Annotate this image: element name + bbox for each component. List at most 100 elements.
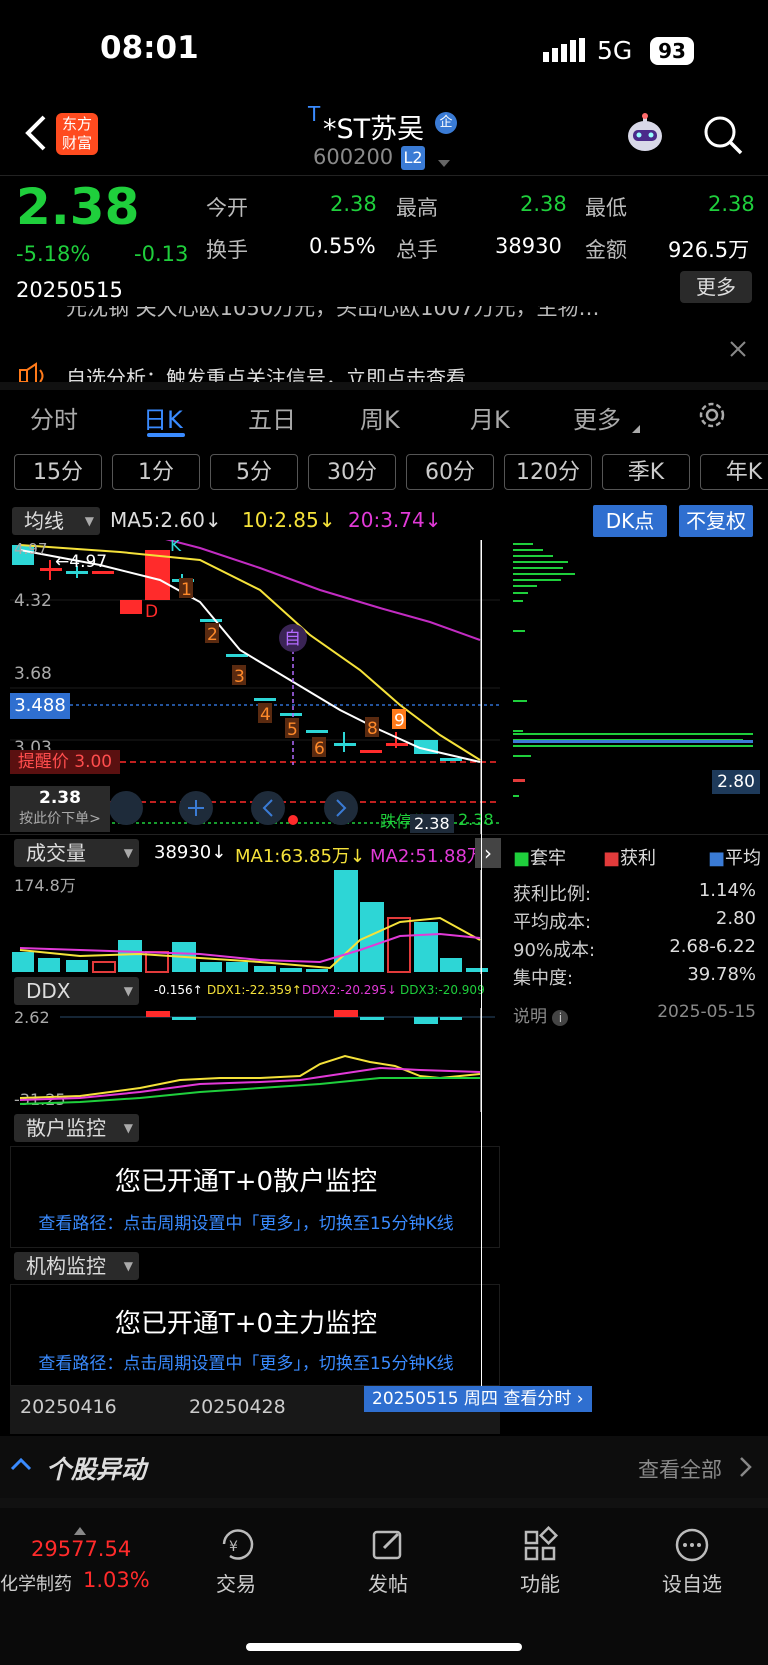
order-at-price-button[interactable]: 2.38 按此价下单> xyxy=(10,786,110,832)
divider xyxy=(0,175,768,176)
price-axis-top: 4.97 xyxy=(14,540,48,558)
legend-profit-label: 获利 xyxy=(620,848,657,869)
nav-add-watchlist[interactable]: 设自选 xyxy=(622,1526,762,1597)
open-label: 今开 xyxy=(206,196,248,220)
tab-weekly-k[interactable]: 周K xyxy=(360,400,400,435)
high-price-label: ←4.97 xyxy=(55,552,108,572)
trade-prefix: T xyxy=(308,102,321,126)
stat-value-90-cost: 2.68-6.22 xyxy=(669,936,756,957)
current-price-tag: 3.488 xyxy=(10,693,70,719)
ddx-selector[interactable]: DDX ▼ xyxy=(14,977,139,1005)
chevron-up-icon[interactable] xyxy=(10,1456,32,1475)
chip-note-link[interactable]: 说明 i xyxy=(513,1002,569,1027)
home-indicator[interactable] xyxy=(246,1643,522,1651)
news-ticker[interactable]: 元沈钢 关大心欧1050万元，头出心欧1007万元，生物… xyxy=(0,306,768,326)
ddx3-value: DDX3:-20.909↑ xyxy=(400,983,485,997)
volume-selector[interactable]: 成交量 ▼ xyxy=(14,839,139,867)
retail-monitor-selector[interactable]: 散户监控 ▼ xyxy=(14,1114,139,1142)
inst-monitor-title: 您已开通T+0主力监控 xyxy=(114,1309,378,1339)
kline-chart[interactable]: D K 1 2 3 4 5 6 8 9 自 xyxy=(0,540,768,835)
order-price: 2.38 xyxy=(39,788,81,808)
ma5-value: MA5:2.60↓ xyxy=(110,508,222,532)
low-label: 最低 xyxy=(585,196,627,220)
interval-120m[interactable]: 120分 xyxy=(504,454,592,490)
settings-icon[interactable] xyxy=(697,400,727,434)
marker-3: 3 xyxy=(234,667,245,687)
inst-monitor-panel: 您已开通T+0主力监控 查看路径：点击周期设置中「更多」，切换至15分钟K线 xyxy=(10,1284,500,1386)
alert-price-tag[interactable]: 提醒价 3.00 xyxy=(10,750,120,774)
amount-value: 926.5万 xyxy=(668,238,750,262)
change-percent: -5.18% xyxy=(16,242,91,266)
volume-ma2: MA2:51.88万 xyxy=(370,846,480,867)
interval-1m[interactable]: 1分 xyxy=(112,454,200,490)
inst-monitor-path: 查看路径：点击周期设置中「更多」，切换至15分钟K线 xyxy=(38,1354,454,1374)
signal-icon xyxy=(543,38,585,66)
chip-legend-average: ■平均 xyxy=(708,848,762,869)
high-label: 最高 xyxy=(396,196,438,220)
robot-assistant-icon[interactable] xyxy=(622,112,668,160)
more-dots-icon xyxy=(622,1526,762,1568)
tab-daily-k[interactable]: 日K xyxy=(143,400,183,435)
stat-label-avg-cost: 平均成本: xyxy=(513,912,592,933)
ddx-chart xyxy=(19,1008,495,1112)
ddx-value: -0.156↑ xyxy=(154,983,203,997)
info-icon: i xyxy=(552,1010,569,1026)
volume-ma1: MA1:63.85万↓ xyxy=(235,846,365,867)
change-amount: -0.13 xyxy=(134,242,189,266)
note-label: 说明 xyxy=(513,1007,547,1027)
status-bar: 08:01 5G 93 xyxy=(0,0,768,100)
interval-60m[interactable]: 60分 xyxy=(406,454,494,490)
nav-add-watchlist-label: 设自选 xyxy=(662,1572,722,1596)
volume-value: 38930 xyxy=(495,234,562,258)
nav-post[interactable]: 发帖 xyxy=(318,1526,458,1597)
volume-current: 38930↓ xyxy=(154,842,227,863)
chevron-right-icon[interactable] xyxy=(738,1456,752,1482)
nav-trade-label: 交易 xyxy=(216,1572,256,1596)
view-intraday-button[interactable]: 20250515 周四 查看分时 › xyxy=(364,1386,592,1412)
grid-icon xyxy=(470,1525,610,1568)
view-all-link[interactable]: 查看全部 xyxy=(638,1454,722,1484)
view-intraday-label: 20250515 周四 查看分时 xyxy=(372,1389,572,1409)
index-value[interactable]: 29577.54 xyxy=(31,1537,131,1561)
interval-15m[interactable]: 15分 xyxy=(14,454,102,490)
divider xyxy=(0,834,768,835)
stat-label-concentration: 集中度: xyxy=(513,968,574,989)
expand-arrow-icon[interactable]: › xyxy=(475,838,501,868)
nav-functions[interactable]: 功能 xyxy=(470,1525,610,1597)
chip-price-tag: 2.80 xyxy=(712,770,760,794)
chart-controls[interactable] xyxy=(109,791,358,825)
tab-fenshi[interactable]: 分时 xyxy=(30,400,78,435)
interval-30m[interactable]: 30分 xyxy=(308,454,396,490)
tab-five-day[interactable]: 五日 xyxy=(248,400,296,435)
ddx2-value: DDX2:-20.295↓ xyxy=(302,983,397,997)
legend-average-label: 平均 xyxy=(725,848,762,869)
alert-banner[interactable]: 自选分析：触发重点关注信号，立即点击查看 xyxy=(0,355,768,382)
divider xyxy=(0,382,768,390)
network-label: 5G xyxy=(597,36,633,65)
search-icon[interactable] xyxy=(702,114,744,160)
open-value: 2.38 xyxy=(330,192,377,216)
ma-selector[interactable]: 均线 ▼ xyxy=(12,507,100,535)
dropdown-icon[interactable] xyxy=(438,153,450,172)
interval-year-k[interactable]: 年K xyxy=(700,454,768,490)
marker-k: K xyxy=(170,540,182,556)
nav-trade[interactable]: ¥ 交易 xyxy=(166,1526,306,1597)
interval-quarter-k[interactable]: 季K xyxy=(602,454,690,490)
marker-zi: 自 xyxy=(284,629,301,649)
trade-icon: ¥ xyxy=(166,1526,306,1568)
tab-more[interactable]: 更多 xyxy=(573,400,621,435)
tab-monthly-k[interactable]: 月K xyxy=(470,400,510,435)
nav-functions-label: 功能 xyxy=(520,1572,560,1596)
index-name[interactable]: 化学制药 xyxy=(0,1570,72,1596)
dk-point-button[interactable]: DK点 xyxy=(593,505,667,537)
order-hint: 按此价下单> xyxy=(19,811,101,827)
price-axis-2: 4.32 xyxy=(14,591,52,611)
back-icon[interactable] xyxy=(22,113,48,157)
more-button[interactable]: 更多 xyxy=(680,271,752,303)
level2-badge[interactable]: L2 xyxy=(401,146,425,170)
ma20-line xyxy=(165,540,481,641)
adjust-button[interactable]: 不复权 xyxy=(679,505,753,537)
ddx1-value: DDX1:-22.359↑ xyxy=(207,983,302,997)
inst-monitor-selector[interactable]: 机构监控 ▼ xyxy=(14,1252,139,1280)
interval-5m[interactable]: 5分 xyxy=(210,454,298,490)
